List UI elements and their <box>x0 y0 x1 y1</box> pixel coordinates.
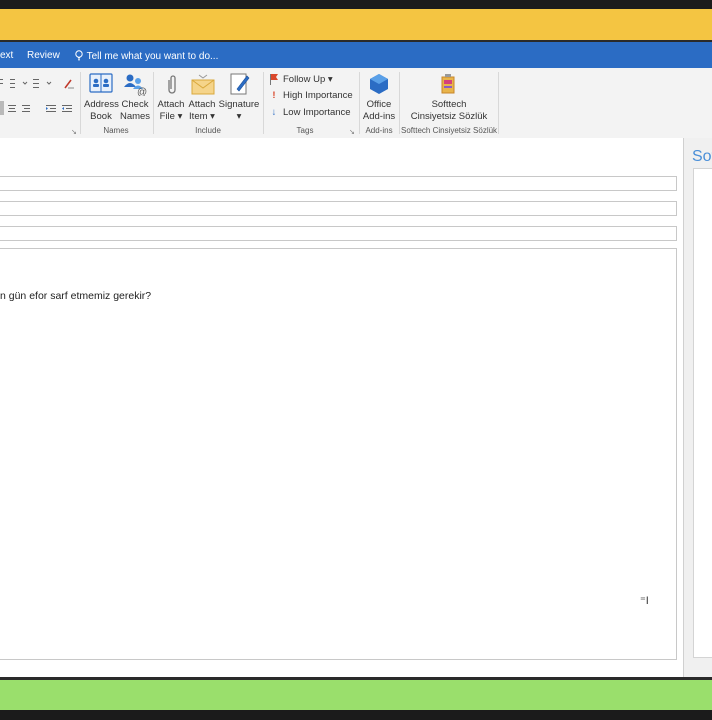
ribbon-tab-bar: ext Review Tell me what you want to do..… <box>0 42 712 68</box>
align-buttons[interactable] <box>8 102 76 120</box>
office-addins-button[interactable] <box>368 73 390 100</box>
include-group-label: Include <box>195 126 221 135</box>
separator <box>263 72 264 134</box>
signature-label: Signature ▾ <box>218 99 260 122</box>
softtech-label: Softtech Cinsiyetsiz Sözlük <box>410 99 488 122</box>
separator <box>498 72 499 134</box>
softtech-side-pane: Sof <box>683 138 712 678</box>
softtech-button[interactable] <box>440 73 456 100</box>
bottom-black-strip <box>0 710 712 720</box>
separator <box>80 72 81 134</box>
svg-text:@: @ <box>137 87 147 96</box>
separator <box>359 72 360 134</box>
tell-me-text: Tell me what you want to do... <box>86 51 219 62</box>
side-pane-content[interactable] <box>693 168 712 658</box>
attach-file-button[interactable] <box>165 73 179 102</box>
tags-dialog-launcher[interactable]: ↘ <box>349 128 355 136</box>
address-book-label: Address Book <box>84 99 119 122</box>
attach-item-button[interactable] <box>191 73 215 100</box>
side-pane-title: Sof <box>692 148 712 165</box>
names-group-label: Names <box>103 126 129 135</box>
paragraph-dialog-launcher[interactable]: ↘ <box>71 128 77 136</box>
green-footer-band <box>0 680 712 710</box>
envelope-icon <box>191 74 215 95</box>
address-book-icon <box>89 73 113 93</box>
list-buttons[interactable] <box>0 76 60 95</box>
addins-group-label: Add-ins <box>365 126 393 135</box>
tab-format-text[interactable]: ext <box>0 50 13 61</box>
signature-icon <box>230 73 250 95</box>
separator <box>399 72 400 134</box>
office-addins-label: Office Add-ins <box>362 99 396 122</box>
office-addins-icon <box>370 74 388 94</box>
bullets-icon <box>0 79 52 88</box>
cc-field[interactable] <box>0 201 677 216</box>
attach-item-label: Attach Item ▾ <box>188 99 216 122</box>
signature-button[interactable] <box>229 72 251 101</box>
text-cursor-icon: ⁼I <box>640 595 649 607</box>
subject-field[interactable] <box>0 226 677 241</box>
down-arrow-icon: ↓ <box>271 107 277 118</box>
paperclip-icon <box>168 75 176 94</box>
softtech-dictionary-icon <box>441 74 455 94</box>
follow-up-button[interactable]: Follow Up ▾ <box>269 73 333 85</box>
align-icons <box>8 105 72 112</box>
to-field[interactable] <box>0 176 677 191</box>
message-body[interactable]: n gün efor sarf etmemiz gerekir? ⁼I <box>0 248 677 660</box>
check-names-icon: @ <box>124 74 147 98</box>
low-importance-button[interactable]: ↓ Low Importance <box>269 107 351 118</box>
top-black-strip <box>0 0 712 9</box>
high-importance-button[interactable]: ! High Importance <box>269 90 352 101</box>
clear-format-icon[interactable] <box>63 77 75 95</box>
exclamation-icon: ! <box>272 90 276 101</box>
softtech-group-label: Softtech Cinsiyetsiz Sözlük <box>401 126 498 135</box>
tags-group-label: Tags <box>296 126 314 135</box>
address-book-button[interactable] <box>88 72 114 99</box>
check-names-label: Check Names <box>119 99 151 122</box>
check-names-button[interactable]: @ <box>121 72 149 101</box>
yellow-title-band <box>0 9 712 40</box>
separator <box>153 72 154 134</box>
lightbulb-icon <box>75 50 83 61</box>
body-text: n gün efor sarf etmemiz gerekir? <box>0 290 152 302</box>
ribbon: ↘ Address Book @ Check Names Names Attach F… <box>0 68 712 139</box>
tab-review[interactable]: Review <box>27 50 60 61</box>
flag-icon <box>270 74 278 85</box>
attach-file-label: Attach File ▾ <box>157 99 185 122</box>
align-left-button[interactable] <box>0 101 4 115</box>
tell-me-box[interactable]: Tell me what you want to do... <box>74 50 218 62</box>
